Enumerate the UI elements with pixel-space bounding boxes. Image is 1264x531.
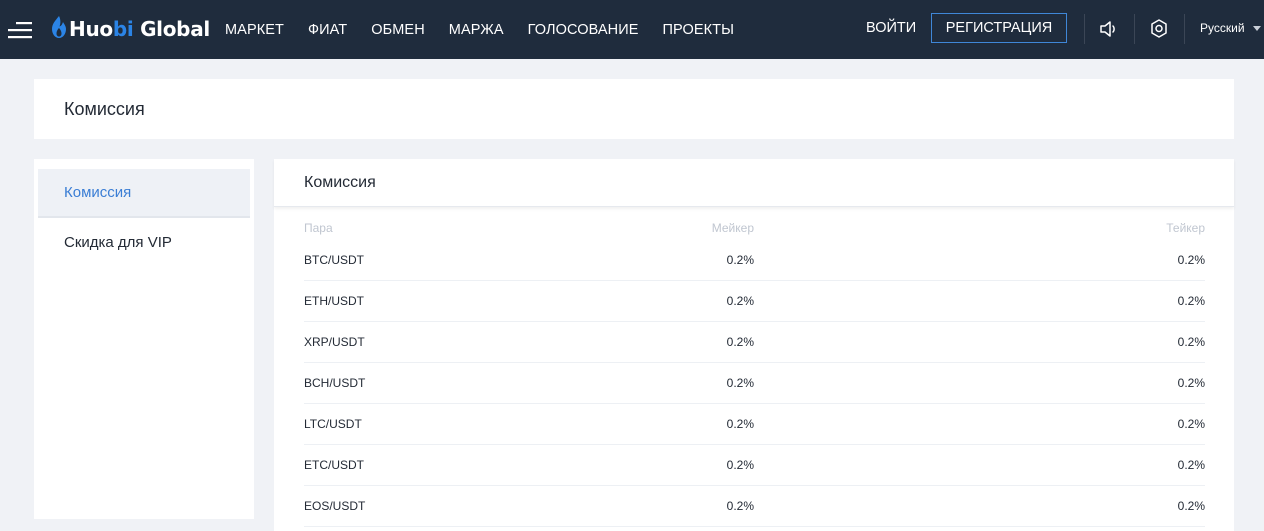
login-link[interactable]: ВОЙТИ bbox=[866, 20, 916, 36]
pair-cell: LTC/USDT bbox=[304, 417, 362, 431]
taker-fee-cell: 0.2% bbox=[1177, 335, 1205, 349]
divider bbox=[1184, 14, 1185, 44]
page-header-card: Комиссия bbox=[34, 79, 1234, 139]
pair-cell: EOS/USDT bbox=[304, 499, 366, 513]
nav-item-market[interactable]: МАРКЕТ bbox=[225, 22, 284, 38]
table-row: LTC/USDT 0.2% 0.2% bbox=[304, 404, 1205, 445]
table-header: Пара Мейкер Тейкер bbox=[304, 216, 1205, 240]
main-nav: МАРКЕТ ФИАТ ОБМЕН МАРЖА ГОЛОСОВАНИЕ ПРОЕ… bbox=[225, 0, 758, 59]
brand-name: Huobi Global bbox=[69, 17, 210, 41]
language-label: Русский bbox=[1200, 21, 1245, 35]
maker-fee-cell: 0.2% bbox=[726, 253, 754, 267]
nav-item-projects[interactable]: ПРОЕКТЫ bbox=[663, 22, 735, 38]
taker-fee-cell: 0.2% bbox=[1177, 417, 1205, 431]
gear-icon[interactable] bbox=[1149, 18, 1169, 40]
divider bbox=[1134, 14, 1135, 44]
panel-title: Комиссия bbox=[274, 159, 1234, 207]
taker-fee-cell: 0.2% bbox=[1177, 253, 1205, 267]
table-row: ETH/USDT 0.2% 0.2% bbox=[304, 281, 1205, 322]
column-header-pair: Пара bbox=[304, 221, 333, 235]
sidebar: Комиссия Скидка для VIP bbox=[34, 159, 254, 519]
chevron-down-icon bbox=[1252, 25, 1261, 31]
register-button[interactable]: РЕГИСТРАЦИЯ bbox=[931, 13, 1067, 43]
maker-fee-cell: 0.2% bbox=[726, 376, 754, 390]
fee-panel: Комиссия Пара Мейкер Тейкер BTC/USDT 0.2… bbox=[274, 159, 1234, 531]
brand-logo[interactable]: Huobi Global bbox=[52, 14, 210, 44]
language-selector[interactable]: Русский bbox=[1200, 21, 1261, 35]
maker-fee-cell: 0.2% bbox=[726, 294, 754, 308]
pair-cell: XRP/USDT bbox=[304, 335, 365, 349]
fee-table: Пара Мейкер Тейкер BTC/USDT 0.2% 0.2% ET… bbox=[304, 216, 1205, 527]
maker-fee-cell: 0.2% bbox=[726, 499, 754, 513]
table-row: XRP/USDT 0.2% 0.2% bbox=[304, 322, 1205, 363]
table-row: ETC/USDT 0.2% 0.2% bbox=[304, 445, 1205, 486]
flame-logo-icon bbox=[52, 15, 66, 43]
taker-fee-cell: 0.2% bbox=[1177, 458, 1205, 472]
sidebar-item-commission[interactable]: Комиссия bbox=[38, 169, 250, 218]
menu-icon[interactable] bbox=[6, 19, 34, 41]
maker-fee-cell: 0.2% bbox=[726, 417, 754, 431]
sidebar-item-vip-discount[interactable]: Скидка для VIP bbox=[38, 218, 250, 267]
table-row: BTC/USDT 0.2% 0.2% bbox=[304, 240, 1205, 281]
maker-fee-cell: 0.2% bbox=[726, 458, 754, 472]
divider bbox=[1084, 14, 1085, 44]
page-title: Комиссия bbox=[64, 99, 145, 119]
taker-fee-cell: 0.2% bbox=[1177, 499, 1205, 513]
column-header-taker: Тейкер bbox=[1166, 221, 1205, 235]
maker-fee-cell: 0.2% bbox=[726, 335, 754, 349]
taker-fee-cell: 0.2% bbox=[1177, 376, 1205, 390]
pair-cell: BCH/USDT bbox=[304, 376, 366, 390]
taker-fee-cell: 0.2% bbox=[1177, 294, 1205, 308]
top-navigation-bar: Huobi Global МАРКЕТ ФИАТ ОБМЕН МАРЖА ГОЛ… bbox=[0, 0, 1264, 59]
nav-item-exchange[interactable]: ОБМЕН bbox=[371, 22, 425, 38]
nav-item-voting[interactable]: ГОЛОСОВАНИЕ bbox=[528, 22, 639, 38]
pair-cell: BTC/USDT bbox=[304, 253, 364, 267]
column-header-maker: Мейкер bbox=[711, 221, 754, 235]
table-row: BCH/USDT 0.2% 0.2% bbox=[304, 363, 1205, 404]
table-row: EOS/USDT 0.2% 0.2% bbox=[304, 486, 1205, 527]
pair-cell: ETH/USDT bbox=[304, 294, 364, 308]
pair-cell: ETC/USDT bbox=[304, 458, 364, 472]
nav-item-margin[interactable]: МАРЖА bbox=[449, 22, 504, 38]
nav-item-fiat[interactable]: ФИАТ bbox=[308, 22, 347, 38]
speaker-icon[interactable] bbox=[1099, 19, 1119, 39]
